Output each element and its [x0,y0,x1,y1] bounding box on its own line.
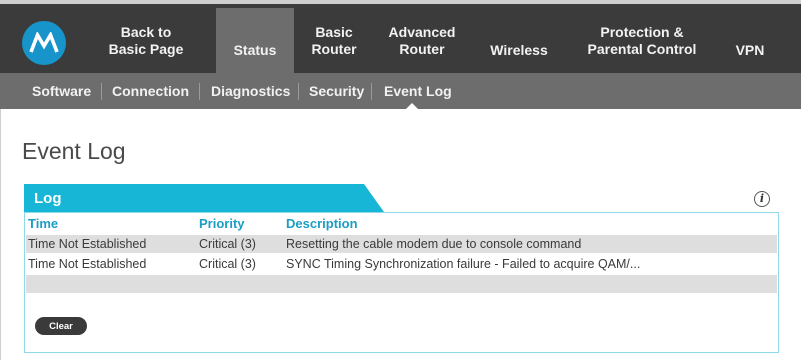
nav-label: Back to Basic Page [108,23,184,57]
row-priority: Critical (3) [199,237,256,251]
subnav-diagnostics[interactable]: Diagnostics [211,73,290,109]
column-header-time: Time [28,216,59,231]
sub-nav: Software Connection Diagnostics Security… [0,73,801,109]
nav-status[interactable]: Status [216,8,294,73]
column-header-priority: Priority [199,216,245,231]
log-section-tab: Log [24,184,384,212]
row-time: Time Not Established [28,257,147,271]
subnav-label: Software [32,83,92,99]
subnav-label: Connection [112,83,189,99]
nav-label: VPN [735,42,765,58]
subnav-software[interactable]: Software [32,73,91,109]
log-tab-label: Log [34,190,62,207]
nav-advanced-router[interactable]: Advanced Router [378,8,466,73]
table-row-empty [26,275,777,293]
left-border [0,109,1,360]
row-time: Time Not Established [28,237,147,251]
nav-label: Basic Router [311,23,357,57]
nav-wireless[interactable]: Wireless [478,8,560,73]
page-title: Event Log [22,138,126,164]
row-priority: Critical (3) [199,257,256,271]
nav-basic-router[interactable]: Basic Router [297,8,371,73]
subnav-divider [101,83,102,100]
nav-protection-parental-control[interactable]: Protection & Parental Control [574,8,710,73]
subnav-connection[interactable]: Connection [112,73,189,109]
nav-label: Status [233,42,277,58]
subnav-divider [371,83,372,100]
subnav-label: Diagnostics [211,83,291,99]
active-tab-caret [405,103,419,110]
subnav-divider [298,83,299,100]
subnav-security[interactable]: Security [309,73,364,109]
subnav-divider [199,83,200,100]
column-header-description: Description [286,216,358,231]
info-icon[interactable]: i [754,191,770,207]
top-nav: Back to Basic Page Status Basic Router A… [0,0,801,73]
clear-button[interactable]: Clear [35,317,87,335]
nav-back-to-basic-page[interactable]: Back to Basic Page [87,8,205,73]
motorola-logo-icon[interactable] [22,21,66,65]
log-table: Time Priority Description Time Not Estab… [24,212,779,353]
subnav-label: Security [309,83,365,99]
nav-label: Wireless [490,42,548,58]
nav-label: Advanced Router [388,23,456,57]
row-description: SYNC Timing Synchronization failure - Fa… [286,257,641,271]
subnav-label: Event Log [384,83,452,99]
nav-label: Protection & Parental Control [587,23,697,57]
nav-vpn[interactable]: VPN [724,8,776,73]
row-description: Resetting the cable modem due to console… [286,237,582,251]
